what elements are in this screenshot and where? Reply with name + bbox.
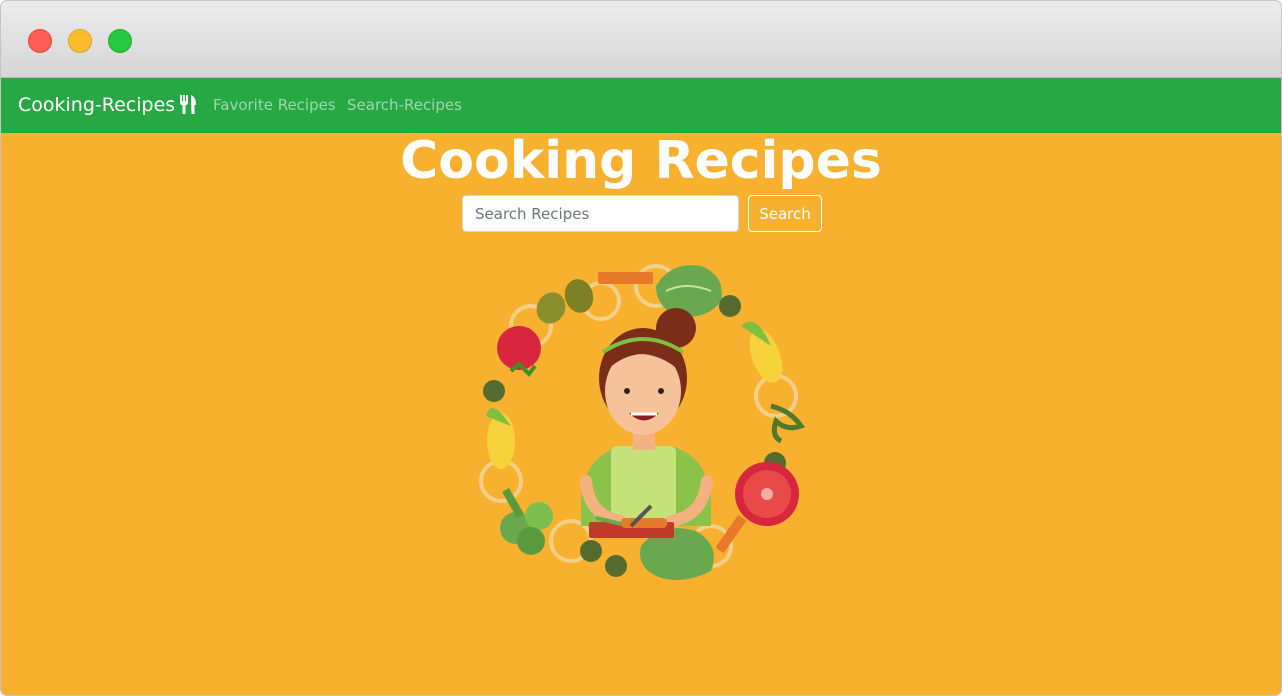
utensils-icon bbox=[180, 95, 197, 114]
close-window-button[interactable] bbox=[28, 29, 52, 53]
search-button[interactable]: Search bbox=[748, 195, 822, 232]
brand-label: Cooking-Recipes bbox=[18, 94, 176, 116]
nav-search-recipes[interactable]: Search-Recipes bbox=[347, 78, 462, 133]
maximize-window-button[interactable] bbox=[108, 29, 132, 53]
minimize-window-button[interactable] bbox=[68, 29, 92, 53]
brand-link[interactable]: Cooking-Recipes bbox=[18, 78, 197, 133]
nav-favorite-recipes[interactable]: Favorite Recipes bbox=[213, 78, 336, 133]
cook-illustration bbox=[479, 264, 805, 580]
page-title: Cooking Recipes bbox=[400, 131, 882, 191]
search-input[interactable] bbox=[462, 195, 739, 232]
browser-window: Cooking-Recipes Favorite Recipes Search-… bbox=[0, 0, 1282, 696]
navbar: Cooking-Recipes Favorite Recipes Search-… bbox=[1, 78, 1281, 133]
window-titlebar bbox=[1, 1, 1281, 78]
